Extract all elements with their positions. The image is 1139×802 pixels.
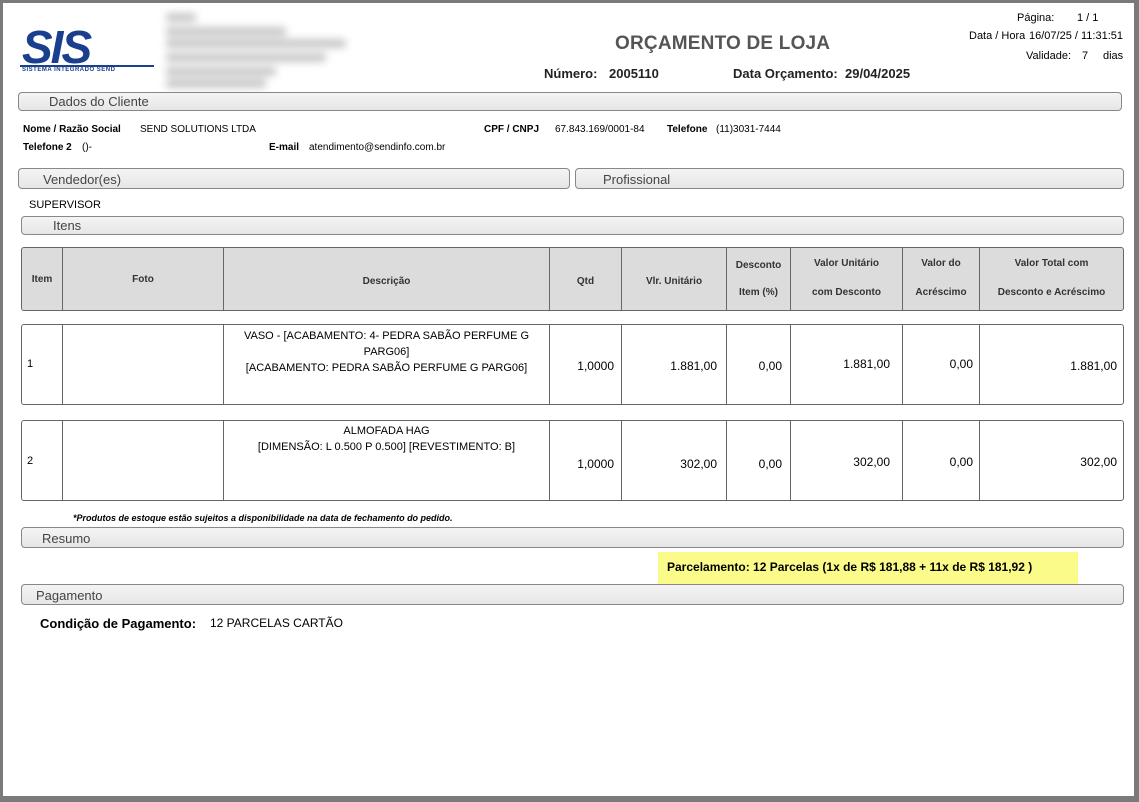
sis-logo: SIS SISTEMA INTEGRADO SEND (20, 21, 156, 79)
row-acrescimo: 0,00 (903, 421, 980, 500)
row-qtd: 1,0000 (550, 421, 622, 500)
row-item: 1 (22, 325, 63, 404)
vendedor-value: SUPERVISOR (29, 199, 101, 211)
validade-label: Validade: (1026, 50, 1072, 62)
row-vlr-unitario: 302,00 (622, 421, 727, 500)
telefone-value: (11)3031-7444 (716, 124, 781, 135)
numero-value: 2005110 (609, 66, 659, 81)
row-desconto: 0,00 (727, 421, 791, 500)
row-foto (63, 325, 224, 404)
row-descricao: ALMOFADA HAG [DIMENSÃO: L 0.500 P 0.500]… (224, 421, 550, 500)
numero-label: Número: (544, 66, 598, 81)
data-hora-label: Data / Hora (969, 30, 1026, 42)
nome-value: SEND SOLUTIONS LTDA (140, 124, 256, 135)
row-item: 2 (22, 421, 63, 500)
col-total: Valor Total com Desconto e Acréscimo (997, 258, 1106, 298)
section-pagamento: Pagamento (21, 584, 1124, 605)
data-orcamento-label: Data Orçamento: (733, 66, 838, 81)
col-foto: Foto (63, 248, 224, 310)
parcelamento-text: Parcelamento: 12 Parcelas (1x de R$ 181,… (667, 560, 1033, 574)
row-acrescimo: 0,00 (903, 325, 980, 404)
section-profissional: Profissional (575, 168, 1124, 189)
cpf-label: CPF / CNPJ (484, 124, 540, 135)
row-foto (63, 421, 224, 500)
telefone2-label: Telefone 2 (23, 142, 72, 153)
row-qtd: 1,0000 (550, 325, 622, 404)
document-title: ORÇAMENTO DE LOJA (615, 33, 831, 54)
row-vu-desconto: 1.881,00 (791, 325, 903, 404)
company-info-blurred (160, 9, 360, 89)
col-descricao: Descrição (224, 248, 550, 310)
section-itens: Itens (21, 216, 1124, 235)
row-total: 302,00 (1080, 455, 1117, 469)
row-descricao: VASO - [ACABAMENTO: 4- PEDRA SABÃO PERFU… (224, 325, 550, 404)
section-resumo-label: Resumo (42, 531, 91, 546)
table-row: 2 ALMOFADA HAG [DIMENSÃO: L 0.500 P 0.50… (21, 420, 1124, 501)
email-value: atendimento@sendinfo.com.br (309, 142, 446, 153)
section-dados-cliente-label: Dados do Cliente (49, 94, 149, 109)
pagina-label: Página: (1017, 12, 1055, 24)
col-acrescimo: Valor do Acréscimo (903, 248, 980, 310)
cpf-value: 67.843.169/0001-84 (555, 124, 645, 135)
col-qtd: Qtd (550, 248, 622, 310)
document-page: SIS SISTEMA INTEGRADO SEND ORÇAMENTO DE … (3, 3, 1134, 796)
section-vendedores: Vendedor(es) (18, 168, 570, 189)
data-orcamento-value: 29/04/2025 (845, 66, 911, 81)
telefone-label: Telefone (667, 124, 708, 135)
condicao-label: Condição de Pagamento: (40, 616, 197, 631)
col-vlr-unitario: Vlr. Unitário (622, 248, 727, 310)
table-row: 1 VASO - [ACABAMENTO: 4- PEDRA SABÃO PER… (21, 324, 1124, 405)
section-dados-cliente: Dados do Cliente (18, 92, 1122, 111)
data-hora-value: 16/07/25 / 11:31:51 (1029, 30, 1123, 42)
col-desconto: Desconto Item (%) (727, 248, 791, 310)
email-label: E-mail (269, 142, 300, 153)
section-vendedores-label: Vendedor(es) (43, 172, 122, 187)
items-table-header: Item Foto Descrição Qtd Vlr. Unitário De… (21, 247, 1124, 311)
section-itens-label: Itens (53, 218, 82, 233)
row-desconto: 0,00 (727, 325, 791, 404)
section-resumo: Resumo (21, 527, 1124, 548)
validade-unit: dias (1103, 50, 1124, 62)
logo-subtitle: SISTEMA INTEGRADO SEND (22, 67, 116, 73)
row-vu-desconto: 302,00 (791, 421, 903, 500)
telefone2-value: ()- (82, 142, 92, 153)
condicao-value: 12 PARCELAS CARTÃO (210, 616, 343, 630)
validade-value: 7 (1082, 50, 1089, 62)
section-profissional-label: Profissional (603, 172, 671, 187)
col-item: Item (22, 248, 63, 310)
pagina-value: 1 / 1 (1077, 12, 1099, 24)
row-total: 1.881,00 (1070, 359, 1117, 373)
nome-label: Nome / Razão Social (23, 124, 121, 135)
section-pagamento-label: Pagamento (36, 588, 103, 603)
row-vlr-unitario: 1.881,00 (622, 325, 727, 404)
stock-footnote: *Produtos de estoque estão sujeitos a di… (73, 513, 453, 523)
col-vu-desconto: Valor Unitário com Desconto (791, 248, 903, 310)
